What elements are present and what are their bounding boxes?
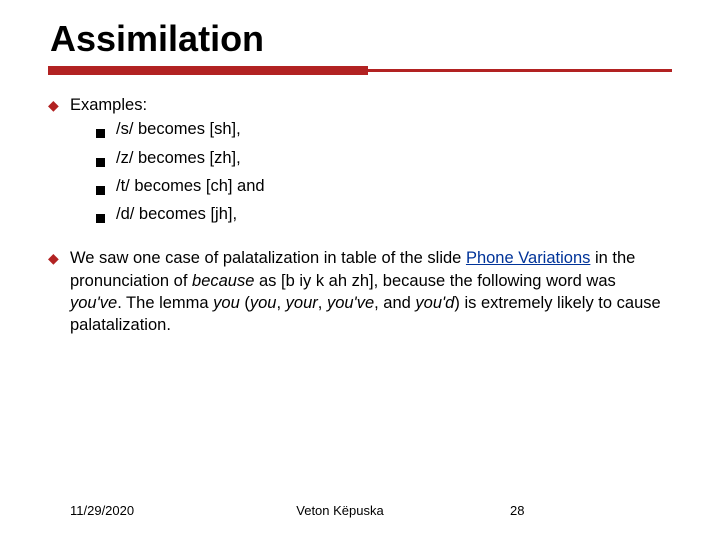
square-bullet-icon [96, 118, 116, 144]
text-italic: you'd [415, 294, 454, 312]
title-rule [48, 66, 672, 76]
text-run: . The lemma [117, 294, 213, 312]
text-run: , [276, 294, 285, 312]
paragraph-text: We saw one case of palatalization in tab… [70, 247, 672, 336]
example-text: /z/ becomes [zh], [116, 147, 672, 169]
example-text: /d/ becomes [jh], [116, 203, 672, 225]
text-italic: because [192, 272, 254, 290]
diamond-bullet-icon: ◆ [48, 94, 70, 115]
text-run: ( [240, 294, 250, 312]
square-bullet-icon [96, 175, 116, 201]
list-item: /z/ becomes [zh], [96, 147, 672, 173]
text-italic: you [250, 294, 277, 312]
list-item: /s/ becomes [sh], [96, 118, 672, 144]
phone-variations-link[interactable]: Phone Variations [466, 249, 590, 267]
square-bullet-icon [96, 203, 116, 229]
text-italic: your [286, 294, 318, 312]
text-italic: you [213, 294, 240, 312]
list-item: /t/ becomes [ch] and [96, 175, 672, 201]
paragraph-block: ◆ We saw one case of palatalization in t… [48, 247, 672, 336]
examples-label: Examples: [70, 94, 672, 116]
text-run: , [318, 294, 327, 312]
example-text: /t/ becomes [ch] and [116, 175, 672, 197]
page-title: Assimilation [50, 18, 672, 60]
list-item: /d/ becomes [jh], [96, 203, 672, 229]
footer-author: Veton Këpuska [210, 503, 470, 518]
slide: Assimilation ◆ Examples: /s/ becomes [sh… [0, 0, 720, 540]
square-bullet-icon [96, 147, 116, 173]
examples-block: ◆ Examples: /s/ becomes [sh], /z/ become… [48, 94, 672, 229]
footer: 11/29/2020 Veton Këpuska 28 [0, 503, 720, 518]
text-run: , and [374, 294, 415, 312]
footer-date: 11/29/2020 [70, 503, 210, 518]
example-text: /s/ becomes [sh], [116, 118, 672, 140]
text-italic: you've [327, 294, 374, 312]
text-italic: you've [70, 294, 117, 312]
text-run: We saw one case of palatalization in tab… [70, 249, 466, 267]
text-run: as [b iy k ah zh], because the following… [254, 272, 615, 290]
diamond-bullet-icon: ◆ [48, 247, 70, 268]
body: ◆ Examples: /s/ becomes [sh], /z/ become… [48, 94, 672, 336]
footer-page: 28 [470, 503, 650, 518]
